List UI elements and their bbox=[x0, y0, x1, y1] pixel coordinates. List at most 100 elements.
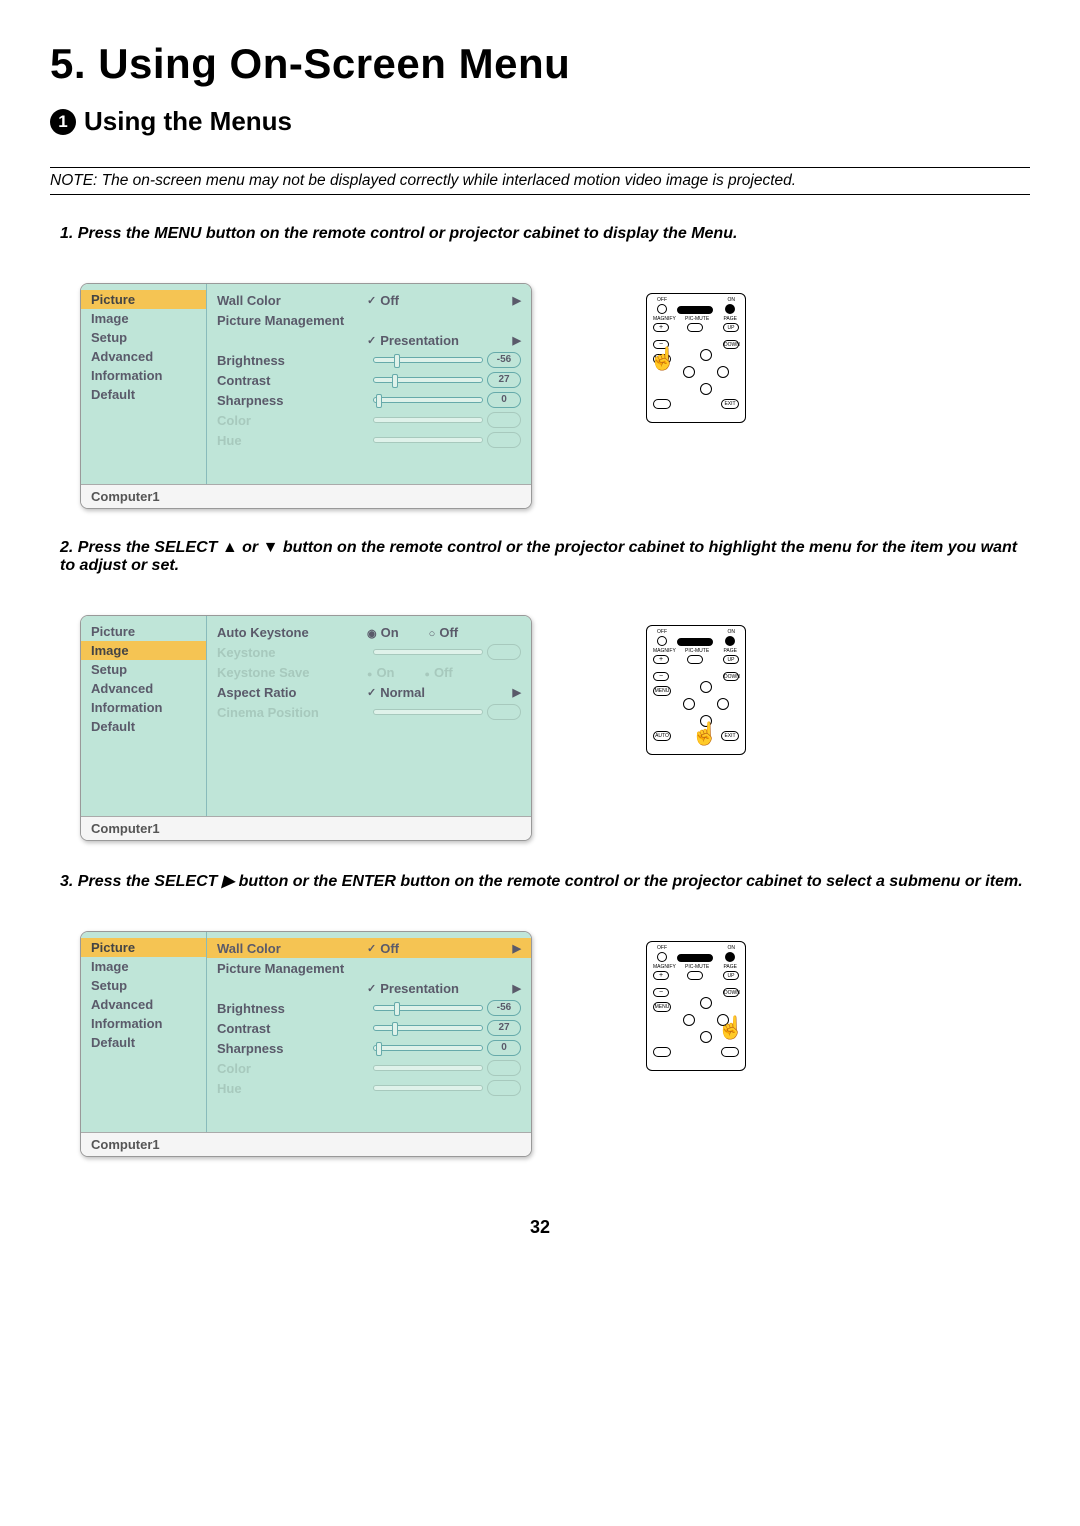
section-number-badge: 1 bbox=[50, 109, 76, 135]
remote-page-label: PAGE bbox=[723, 964, 737, 970]
contrast-label: Contrast bbox=[217, 1021, 367, 1036]
menu-panel-1: Picture Image Setup Advanced Information… bbox=[80, 283, 532, 509]
sidebar-item[interactable]: Default bbox=[81, 1033, 206, 1052]
menu-panel-3: Picture Image Setup Advanced Information… bbox=[80, 931, 532, 1157]
remote-dpad-down bbox=[700, 715, 712, 727]
sidebar-item[interactable]: Picture bbox=[81, 622, 206, 641]
picturemgmt-row[interactable]: Picture Management bbox=[217, 958, 521, 978]
wallcolor-row[interactable]: Wall Color ✓ Off ▶ bbox=[217, 290, 521, 310]
menu-sidebar-3: Picture Image Setup Advanced Information… bbox=[81, 932, 207, 1132]
remote-picmute-label: PIC-MUTE bbox=[685, 316, 709, 322]
chapter-title: 5. Using On-Screen Menu bbox=[50, 40, 1030, 88]
check-icon: ✓ bbox=[367, 942, 376, 955]
contrast-slider[interactable] bbox=[373, 377, 483, 383]
radio-off-icon: Off bbox=[429, 625, 458, 640]
triangle-right-icon: ▶ bbox=[513, 982, 521, 995]
remote-page-label: PAGE bbox=[723, 316, 737, 322]
menu-main-3: Wall Color ✓ Off ▶ Picture Management ✓ … bbox=[207, 932, 531, 1132]
menu-main-1: Wall Color ✓ Off ▶ Picture Management ✓ … bbox=[207, 284, 531, 484]
sidebar-item[interactable]: Setup bbox=[81, 660, 206, 679]
picturemgmt-label: Picture Management bbox=[217, 961, 367, 976]
brightness-row[interactable]: Brightness -56 bbox=[217, 998, 521, 1018]
triangle-right-icon: ▶ bbox=[513, 334, 521, 347]
brightness-row[interactable]: Brightness -56 bbox=[217, 350, 521, 370]
color-label: Color bbox=[217, 1061, 367, 1076]
brightness-slider[interactable] bbox=[373, 357, 483, 363]
check-icon: ✓ bbox=[367, 686, 376, 699]
sidebar-item[interactable]: Picture bbox=[81, 290, 206, 309]
check-icon: ✓ bbox=[367, 982, 376, 995]
check-icon: ✓ bbox=[367, 294, 376, 307]
aspect-value: Normal bbox=[380, 685, 480, 700]
remote-power-label bbox=[677, 638, 713, 646]
remote-on-button bbox=[725, 636, 735, 646]
sidebar-item[interactable]: Image bbox=[81, 641, 206, 660]
aspect-label: Aspect Ratio bbox=[217, 685, 367, 700]
remote-on-label: ON bbox=[728, 945, 736, 951]
wallcolor-row[interactable]: Wall Color ✓ Off ▶ bbox=[207, 938, 531, 958]
sidebar-item[interactable]: Image bbox=[81, 957, 206, 976]
step-3-text: 3. Press the SELECT ▶ button or the ENTE… bbox=[60, 871, 1030, 891]
remote-page-up-button: UP bbox=[723, 323, 739, 332]
sidebar-item[interactable]: Information bbox=[81, 1014, 206, 1033]
remote-dpad bbox=[683, 349, 729, 395]
sidebar-item[interactable]: Advanced bbox=[81, 347, 206, 366]
sidebar-item[interactable]: Setup bbox=[81, 976, 206, 995]
remote-picmute-button bbox=[687, 971, 703, 980]
remote-dpad-up bbox=[700, 681, 712, 693]
remote-page-down-button: DOWN bbox=[723, 340, 739, 349]
sharpness-slider[interactable] bbox=[373, 1045, 483, 1051]
step-2-row: Picture Image Setup Advanced Information… bbox=[50, 615, 1030, 841]
remote-magnify-label: MAGNIFY bbox=[653, 316, 676, 322]
sharpness-value: 0 bbox=[487, 1040, 521, 1056]
sidebar-item[interactable]: Default bbox=[81, 385, 206, 404]
sharpness-row[interactable]: Sharpness 0 bbox=[217, 390, 521, 410]
sidebar-item[interactable]: Image bbox=[81, 309, 206, 328]
sharpness-slider[interactable] bbox=[373, 397, 483, 403]
brightness-label: Brightness bbox=[217, 1001, 367, 1016]
sidebar-item[interactable]: Advanced bbox=[81, 679, 206, 698]
brightness-slider[interactable] bbox=[373, 1005, 483, 1011]
sidebar-item[interactable]: Setup bbox=[81, 328, 206, 347]
remote-dpad-left bbox=[683, 1014, 695, 1026]
color-slider bbox=[373, 1065, 483, 1071]
autokeystone-row[interactable]: Auto Keystone On Off bbox=[217, 622, 521, 642]
aspect-row[interactable]: Aspect Ratio ✓ Normal ▶ bbox=[217, 682, 521, 702]
sidebar-item[interactable]: Information bbox=[81, 698, 206, 717]
remote-picmute-button bbox=[687, 655, 703, 664]
remote-on-label: ON bbox=[728, 629, 736, 635]
sharpness-row[interactable]: Sharpness 0 bbox=[217, 1038, 521, 1058]
remote-dpad-down bbox=[700, 383, 712, 395]
remote-control-diagram: OFF ON MAGNIFY PIC-MUTE PAGE + UP − DOWN… bbox=[646, 941, 746, 1071]
page-number: 32 bbox=[50, 1217, 1030, 1238]
remote-page-down-button: DOWN bbox=[723, 988, 739, 997]
remote-magnify-plus-button: + bbox=[653, 323, 669, 332]
color-label: Color bbox=[217, 413, 367, 428]
contrast-row[interactable]: Contrast 27 bbox=[217, 1018, 521, 1038]
hue-label: Hue bbox=[217, 1081, 367, 1096]
sharpness-label: Sharpness bbox=[217, 393, 367, 408]
sidebar-item[interactable]: Picture bbox=[81, 938, 206, 957]
contrast-row[interactable]: Contrast 27 bbox=[217, 370, 521, 390]
hue-value-empty bbox=[487, 1080, 521, 1096]
remote-auto-button bbox=[653, 399, 671, 409]
step-2-text: 2. Press the SELECT ▲ or ▼ button on the… bbox=[60, 539, 1030, 575]
sidebar-item[interactable]: Default bbox=[81, 717, 206, 736]
autokeystone-label: Auto Keystone bbox=[217, 625, 367, 640]
sidebar-item[interactable]: Advanced bbox=[81, 995, 206, 1014]
contrast-value: 27 bbox=[487, 372, 521, 388]
color-row: Color bbox=[217, 410, 521, 430]
remote-dpad-left bbox=[683, 698, 695, 710]
contrast-slider[interactable] bbox=[373, 1025, 483, 1031]
menu-main-2: Auto Keystone On Off Keystone Keystone S… bbox=[207, 616, 531, 816]
picturemgmt-value-row[interactable]: ✓ Presentation ▶ bbox=[217, 978, 521, 998]
picturemgmt-value-row[interactable]: ✓ Presentation ▶ bbox=[217, 330, 521, 350]
remote-magnify-minus-button: − bbox=[653, 988, 669, 997]
cinema-row: Cinema Position bbox=[217, 702, 521, 722]
sidebar-item[interactable]: Information bbox=[81, 366, 206, 385]
hue-label: Hue bbox=[217, 433, 367, 448]
picturemgmt-row[interactable]: Picture Management bbox=[217, 310, 521, 330]
remote-magnify-plus-button: + bbox=[653, 971, 669, 980]
remote-menu-button: MENU bbox=[653, 354, 671, 364]
remote-exit-button bbox=[721, 1047, 739, 1057]
